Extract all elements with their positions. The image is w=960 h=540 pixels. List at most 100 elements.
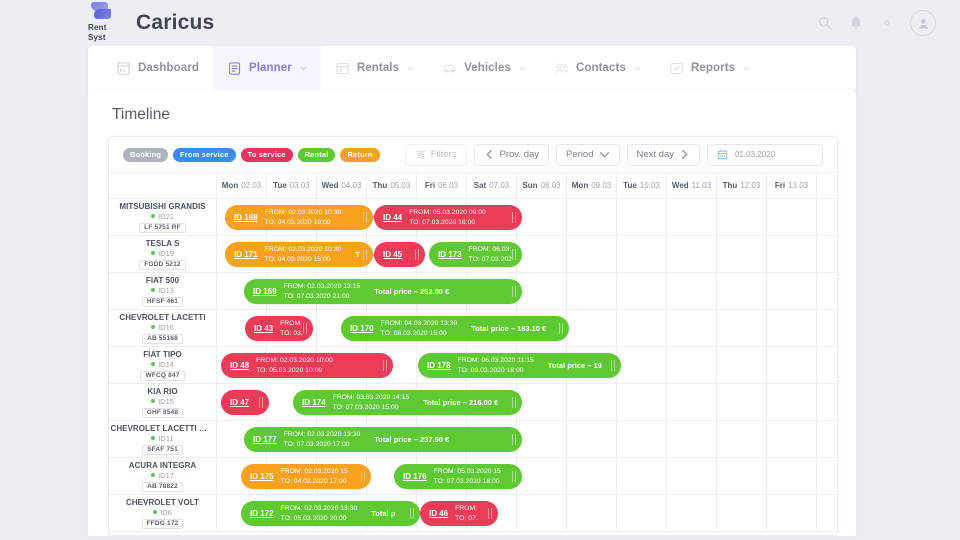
resize-handle[interactable]	[512, 471, 517, 482]
timeline-day-header: Sat 07.03	[467, 173, 517, 198]
timeline-booking-bar[interactable]: ID 173 FROM: 06.03: TO: 07.03.202	[429, 242, 522, 267]
contacts-icon	[555, 62, 568, 73]
vehicle-row-label[interactable]: FIAT TIPO ID14 WFCQ 847	[109, 347, 217, 384]
resize-handle[interactable]	[559, 323, 564, 334]
timeline-booking-bar[interactable]: ID 170 FROM: 04.03.2020 13:30 TO: 08.03.20…	[341, 316, 569, 341]
filters-button[interactable]: Filters	[404, 143, 467, 166]
search-icon[interactable]	[817, 15, 833, 31]
vehicle-plate: AB 78822	[142, 481, 183, 492]
resize-handle[interactable]	[363, 212, 368, 223]
timeline-booking-bar[interactable]: ID 172 FROM: 02.03.2020 13:30 TO: 05.03.20…	[241, 501, 420, 526]
vehicle-id-label: ID15	[158, 396, 174, 406]
resize-handle[interactable]	[361, 471, 366, 482]
calendar-icon	[717, 150, 728, 160]
nav-label: Contacts	[575, 62, 626, 74]
booking-to: TO: 04.03.2020 17:00	[280, 477, 347, 485]
timeline-booking-bar[interactable]: ID 47	[221, 390, 269, 415]
resize-handle[interactable]	[410, 508, 415, 519]
timeline-row: ID 48 FROM: 02.03.2020 10:00 TO: 05.03.202…	[217, 347, 837, 384]
resize-handle[interactable]	[512, 397, 517, 408]
timeline-day-header: Fri 13.03	[767, 173, 817, 198]
day-date: 08.03	[540, 181, 561, 190]
booking-from: FROM: 02.03.2020 13:30	[283, 431, 361, 438]
vehicle-row-label[interactable]: ACURA INTEGRA ID17 AB 78822	[109, 458, 217, 495]
vehicle-row-label[interactable]: MITSUBISHI GRANDIS ID21 LF 5751 RF	[109, 199, 217, 236]
nav-item-vehicles[interactable]: Vehicles	[428, 46, 540, 90]
timeline-row: ID 47 ID 174 FROM: 03.03.2020 14:15 TO: 07.…	[217, 384, 837, 421]
resize-handle[interactable]	[383, 360, 388, 371]
booking-to: TO: 04.03.2020 19:00	[264, 218, 331, 226]
nav-item-rentals[interactable]: Rentals	[321, 46, 428, 90]
timeline-booking-bar[interactable]: ID 46 FROM: TO: 07.	[420, 501, 498, 526]
booking-id: ID 168	[234, 213, 258, 222]
booking-to: TO: 05.03.2020 10:00	[256, 366, 323, 374]
resize-handle[interactable]	[512, 286, 517, 297]
booking-to: TO: 09.03.2020 18:00	[457, 366, 524, 374]
vehicle-name: CHEVROLET VOLT	[126, 497, 199, 507]
vehicle-name: KIA RIO	[147, 386, 178, 396]
day-date: 10.03	[639, 181, 660, 190]
resize-handle[interactable]	[303, 323, 308, 334]
booking-from: FROM: 02.03.2020 13:30	[280, 505, 358, 512]
resize-handle[interactable]	[488, 508, 493, 519]
vehicle-row-label[interactable]: FIAT 500 ID13 HFSF 461	[109, 273, 217, 310]
next-day-button[interactable]: Next day	[626, 143, 700, 166]
resize-handle[interactable]	[415, 249, 420, 260]
booking-id: ID 46	[429, 509, 449, 518]
bell-icon[interactable]	[848, 15, 864, 31]
legend-chip-return: Return	[340, 147, 380, 162]
vehicle-id: ID14	[151, 360, 174, 369]
booking-id: ID 43	[254, 324, 274, 333]
timeline-booking-bar[interactable]: ID 43 FROM: TO: 03.	[245, 316, 313, 341]
nav-item-contacts[interactable]: Contacts	[540, 46, 655, 90]
resize-handle[interactable]	[611, 360, 616, 371]
booking-to: TO: 07.03.2020 15:00	[332, 403, 399, 411]
vehicle-id-label: ID11	[158, 433, 174, 443]
timeline-booking-bar[interactable]: ID 178 FROM: 06.03.2020 11:15 TO: 09.03.20…	[418, 353, 621, 378]
vehicle-row-label[interactable]: KIA RIO ID15 GHF 8548	[109, 384, 217, 421]
vehicle-row-label[interactable]: CHEVROLET LACETTI ID16 AB 55168	[109, 310, 217, 347]
nav-item-planner[interactable]: Planner	[212, 46, 321, 90]
timeline-booking-bar[interactable]: ID 175 FROM: 02.03.2020 15 TO: 04.03.2020 …	[241, 464, 371, 489]
avatar[interactable]	[910, 10, 936, 36]
booking-from: FROM: 02.03.2020 15	[280, 468, 348, 475]
timeline-booking-bar[interactable]: ID 174 FROM: 03.03.2020 14:15 TO: 07.03.20…	[293, 390, 522, 415]
timeline-booking-bar[interactable]: ID 171 FROM: 02.03.2020 10:30 TO: 04.03.20…	[225, 242, 373, 267]
resize-handle[interactable]	[512, 212, 517, 223]
resize-handle[interactable]	[512, 249, 517, 260]
period-dropdown[interactable]: Period	[556, 143, 620, 166]
date-picker-input[interactable]: 01.03.2020	[707, 143, 823, 166]
resize-handle[interactable]	[363, 249, 368, 260]
timeline-booking-bar[interactable]: ID 176 FROM: 05.03.2020 15 TO: 07.03.2020 …	[394, 464, 522, 489]
booking-id: ID 44	[383, 213, 403, 222]
timeline-booking-bar[interactable]: ID 45	[374, 242, 425, 267]
timeline-booking-bar[interactable]: ID 168 FROM: 02.03.2020 10:30 TO: 04.03.20…	[225, 205, 373, 230]
vehicle-row-label[interactable]: TESLA S ID19 FGDD 5212	[109, 236, 217, 273]
vehicle-row-label[interactable]: CHEVROLET VOLT ID6 FFDG 172	[109, 495, 217, 532]
gear-icon[interactable]	[879, 15, 895, 31]
timeline-booking-bar[interactable]: ID 48 FROM: 02.03.2020 10:00 TO: 05.03.202…	[221, 353, 393, 378]
timeline-booking-bar[interactable]: ID 177 FROM: 02.03.2020 13:30 TO: 07.03.20…	[244, 427, 522, 452]
vehicle-id-label: ID17	[158, 470, 174, 480]
booking-dates: FROM: 02.03.2020 13:30 TO: 07.03.2020 17:…	[284, 430, 361, 449]
nav-item-dashboard[interactable]: Dashboard	[102, 46, 213, 90]
booking-to: TO: 08.03.2020 15:00	[380, 329, 447, 337]
status-dot	[151, 399, 156, 403]
vehicle-id: ID21	[151, 212, 174, 221]
timeline-body: MITSUBISHI GRANDIS ID21 LF 5751 RF TESLA SI…	[109, 199, 837, 532]
day-of-week: Mon	[221, 181, 239, 190]
vehicle-plate: AB 55168	[142, 333, 183, 344]
timeline-booking-bar[interactable]: ID 169 FROM: 02.03.2020 13:15 TO: 07.03.20…	[244, 279, 522, 304]
chevron-down-icon	[743, 66, 750, 70]
timeline-booking-bar[interactable]: ID 44 FROM: 05.03.2020 09:00 TO: 07.03.202…	[374, 205, 522, 230]
nav-item-reports[interactable]: Reports	[655, 46, 764, 90]
resize-handle[interactable]	[512, 434, 517, 445]
date-value: 01.03.2020	[735, 150, 776, 159]
timeline-row: ID 43 FROM: TO: 03. ID 170 FROM: 04.03.2020 …	[217, 310, 837, 347]
resize-handle[interactable]	[259, 397, 264, 408]
day-date: 11.03	[691, 181, 712, 190]
reports-icon	[670, 62, 683, 74]
vehicle-row-label[interactable]: CHEVROLET LACETTI W… ID11 SFAF 751	[109, 421, 217, 458]
vehicle-column: MITSUBISHI GRANDIS ID21 LF 5751 RF TESLA SI…	[109, 199, 217, 532]
prev-day-button[interactable]: Prov. day	[473, 143, 550, 166]
